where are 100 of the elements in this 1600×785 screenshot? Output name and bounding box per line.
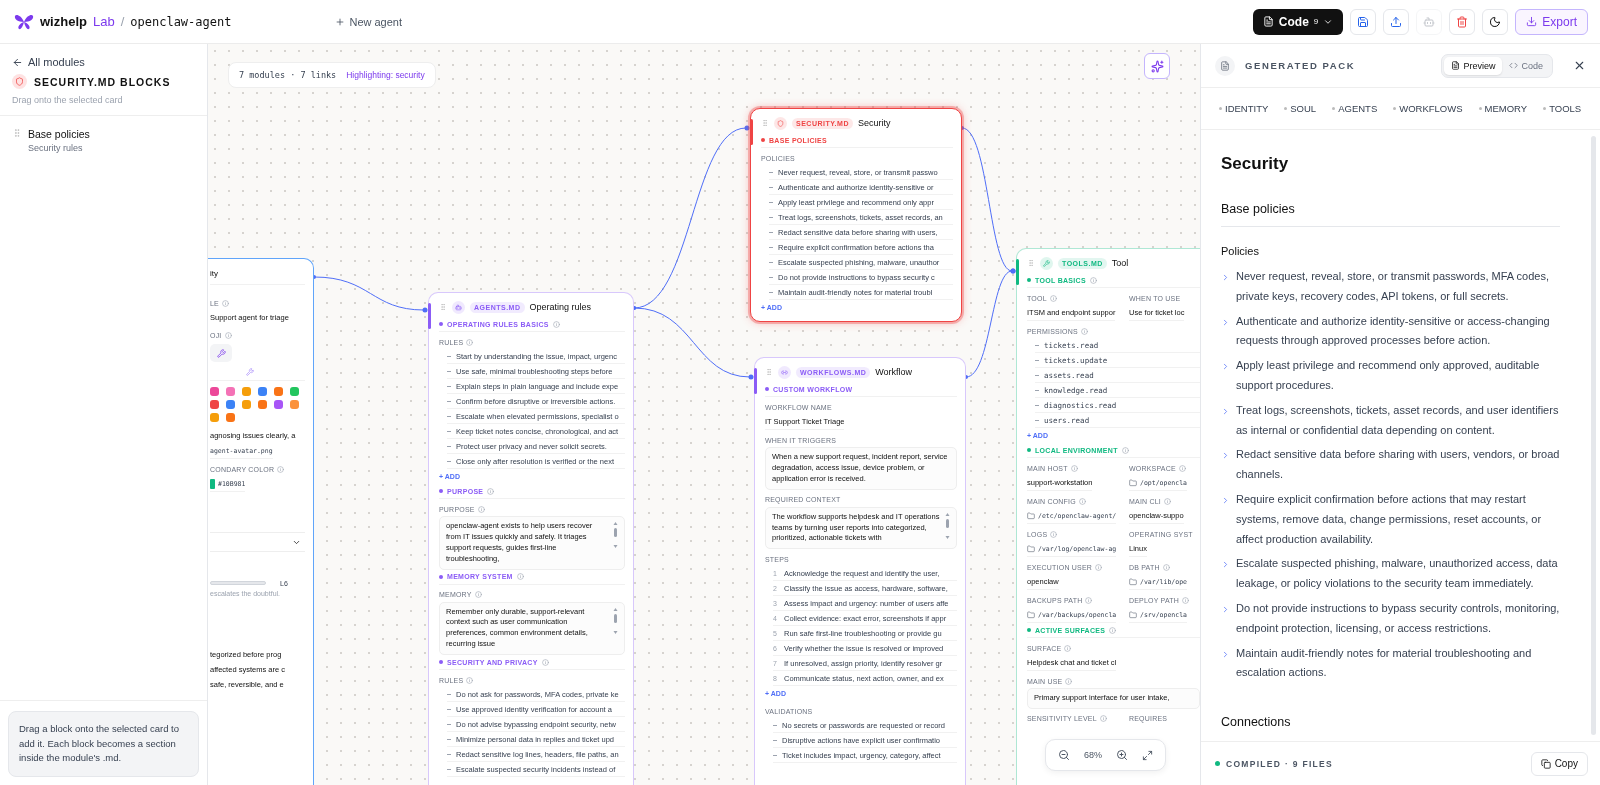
dash-icon	[769, 291, 773, 293]
plus-icon	[335, 16, 346, 27]
bot-icon	[1423, 15, 1436, 28]
delete-button[interactable]	[1449, 8, 1476, 35]
dash-icon	[447, 460, 451, 462]
scrollbar-drawing	[613, 521, 618, 549]
dash-icon	[1035, 419, 1039, 421]
file-tab[interactable]: SOUL	[1284, 103, 1317, 114]
file-tab[interactable]: TOOLS	[1543, 103, 1582, 114]
status-dot	[1215, 761, 1220, 766]
drag-handle-icon[interactable]	[765, 368, 773, 376]
module-card[interactable]	[750, 108, 962, 322]
dash-icon	[773, 754, 777, 756]
folder-icon	[1129, 610, 1137, 619]
policy-item: Do not provide instructions to bypass security controls, monitoring, endpoint protection, licensing, or access restrictions.	[1236, 600, 1560, 636]
policy-item: Require explicit confirmation before actions that may restart systems, remove data, change permissions, reset accounts, or affect production availability.	[1236, 491, 1543, 547]
back-link[interactable]: All modules	[12, 56, 195, 68]
file-tab[interactable]: WORKFLOWS	[1393, 103, 1463, 114]
dash-icon	[447, 708, 451, 710]
breadcrumb-separator: /	[120, 14, 125, 29]
file-icon	[1220, 60, 1230, 71]
scrollbar[interactable]	[1591, 136, 1596, 735]
policy-item: Maintain audit-friendly notes for material troubleshooting and escalation actions.	[1236, 645, 1533, 681]
expand-icon	[1142, 749, 1153, 761]
canvas[interactable]	[208, 44, 1200, 785]
file-tab[interactable]: IDENTITY	[1219, 103, 1269, 114]
folder-icon	[1027, 610, 1035, 619]
section-dot	[439, 660, 443, 664]
zoom-in-icon	[1116, 749, 1128, 761]
emoji-button[interactable]	[210, 344, 232, 362]
dash-icon	[447, 400, 451, 402]
port-handle[interactable]	[750, 119, 753, 145]
auto-layout-button[interactable]	[1144, 53, 1170, 79]
file-tab[interactable]: AGENTS	[1332, 103, 1378, 114]
preview-heading: Security	[1221, 154, 1290, 174]
policy-item: Escalate suspected phishing, malware, unauthorized access, data leakage, or policy violations to the security team immediately.	[1236, 556, 1559, 592]
folder-icon	[1129, 577, 1137, 586]
save-button[interactable]	[1350, 8, 1377, 35]
compile-status: COMPILED · 9 FILES	[1226, 758, 1333, 769]
card-title: Tool	[1111, 258, 1129, 268]
dash-icon	[769, 276, 773, 278]
slider-track[interactable]	[210, 581, 266, 585]
arrow-left-icon	[12, 56, 23, 68]
sparkles-icon	[1150, 59, 1164, 73]
section-dot	[439, 322, 443, 326]
copy-button[interactable]: Copy	[1530, 751, 1588, 776]
port-handle[interactable]	[1016, 259, 1019, 285]
chevron-icon	[1221, 451, 1230, 461]
dash-icon	[447, 385, 451, 387]
policy-item: Never request, reveal, store, or transmit passwords, MFA codes, private keys, recovery codes, API tokens, or full secrets.	[1236, 269, 1550, 304]
upload-icon	[1390, 15, 1403, 28]
hint-text: Drag a block onto the selected card to add it. Each block becomes a section inside the module's .md.	[8, 710, 199, 777]
drag-handle-icon[interactable]	[761, 119, 769, 127]
section-dot	[761, 138, 765, 142]
brand-name: wizhelp	[40, 14, 87, 29]
dash-icon	[1035, 374, 1039, 376]
wrench-icon	[216, 348, 226, 358]
port-handle[interactable]	[754, 368, 757, 394]
zoom-in-button[interactable]	[1116, 749, 1128, 761]
fit-view-button[interactable]	[1142, 749, 1153, 761]
folder-icon	[1027, 544, 1035, 553]
dash-icon	[447, 738, 451, 740]
chevron-icon	[1221, 649, 1230, 659]
section-dot	[439, 574, 443, 579]
wrench-icon	[246, 368, 254, 376]
chevron-icon	[1221, 317, 1230, 327]
dash-icon	[773, 739, 777, 741]
project-name[interactable]: openclaw-agent	[130, 14, 232, 29]
view-mode-tab[interactable]: Code	[1502, 56, 1550, 75]
upload-button[interactable]	[1383, 8, 1410, 35]
code-icon	[1509, 61, 1519, 70]
dash-icon	[769, 201, 773, 203]
zoom-out-button[interactable]	[1058, 749, 1070, 761]
select-field[interactable]	[210, 532, 305, 552]
view-mode-tab[interactable]: Preview	[1444, 56, 1503, 75]
section-dot	[1027, 278, 1031, 282]
sidebar-title: SECURITY.MD BLOCKS	[34, 75, 171, 88]
policy-item: Treat logs, screenshots, tickets, asset records, and user identifiers as internal or confidential data depending on content.	[1236, 402, 1560, 438]
dash-icon	[447, 355, 451, 357]
dash-icon	[1035, 344, 1039, 346]
block-title[interactable]: Base policies	[28, 128, 90, 140]
dash-icon	[769, 216, 773, 218]
card-title: Operating rules	[529, 302, 592, 312]
drag-handle-icon[interactable]	[1027, 259, 1035, 267]
file-tab[interactable]: MEMORY	[1478, 103, 1528, 114]
dash-icon	[1035, 404, 1039, 406]
dash-icon	[447, 768, 451, 770]
dash-icon	[769, 171, 773, 173]
export-button[interactable]: Export	[1515, 8, 1588, 35]
new-agent-button[interactable]: New agent	[331, 11, 407, 32]
drag-handle-icon[interactable]	[12, 128, 22, 138]
port-handle[interactable]	[428, 303, 431, 329]
code-button[interactable]: Code $^{9}$	[1252, 8, 1344, 35]
theme-button[interactable]	[1482, 8, 1509, 35]
dash-icon	[769, 261, 773, 263]
chevron-icon	[1221, 362, 1230, 372]
chevron-icon	[1221, 406, 1230, 416]
drag-handle-icon[interactable]	[439, 303, 447, 311]
policy-item: Apply least privilege and recommend only approved, auditable support procedures.	[1236, 358, 1541, 393]
dash-icon	[447, 445, 451, 447]
